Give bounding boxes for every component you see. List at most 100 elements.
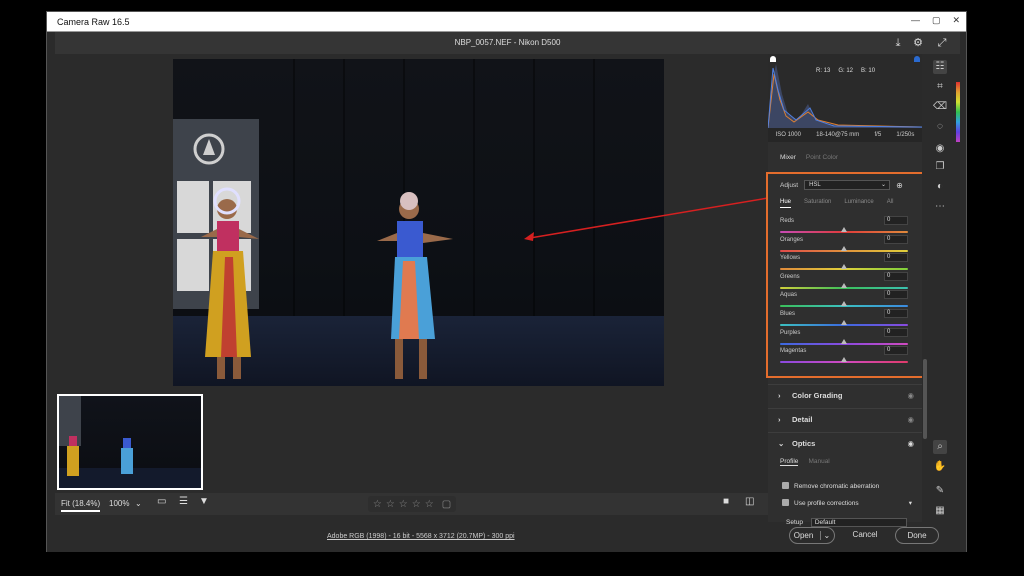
trash-icon[interactable]: ▢	[442, 499, 451, 510]
slider-value-input[interactable]: 0	[884, 346, 908, 356]
profile-corrections-checkbox[interactable]: Use profile corrections ▾	[782, 499, 912, 507]
slider-magentas[interactable]: Magentas 0	[780, 346, 908, 366]
fit-zoom-button[interactable]: Fit (18.4%)	[61, 499, 101, 512]
crop-icon[interactable]: ⌗	[933, 80, 947, 94]
done-button[interactable]: Done	[895, 527, 939, 544]
slider-value-input[interactable]: 0	[884, 234, 908, 244]
more-icon[interactable]: ⋯	[933, 200, 947, 214]
star-icon[interactable]: ☆	[399, 499, 408, 510]
slider-purples[interactable]: Purples 0	[780, 327, 908, 348]
before-after-icon[interactable]: ◫	[745, 496, 754, 507]
zoom-100-button[interactable]: 100%	[109, 499, 129, 508]
bottom-toolbar: Fit (18.4%) 100% ⌄ ▭ ☰ ▼ ☆ ☆ ☆ ☆ ☆ ▢ ■ ◫	[55, 493, 768, 515]
targeted-adjust-icon[interactable]: ⊕	[896, 181, 903, 190]
slider-greens[interactable]: Greens 0	[780, 271, 908, 292]
tab-hue[interactable]: Hue	[780, 199, 792, 208]
slider-value-input[interactable]: 0	[884, 253, 908, 263]
sort-icon[interactable]: ☰	[179, 496, 188, 507]
chevron-down-icon[interactable]: ⌄	[819, 531, 831, 540]
edit-sliders-icon[interactable]: ☷	[933, 60, 947, 74]
star-icon[interactable]: ☆	[425, 499, 434, 510]
maximize-button[interactable]: ▢	[932, 15, 941, 26]
grid-icon[interactable]: ▦	[933, 504, 947, 518]
highlight-clip-icon[interactable]	[914, 56, 920, 62]
tab-point-color[interactable]: Point Color	[806, 154, 838, 161]
cancel-button[interactable]: Cancel	[843, 527, 887, 544]
scrollbar-thumb[interactable]	[923, 359, 927, 439]
star-icon[interactable]: ☆	[386, 499, 395, 510]
slider-label: Blues	[780, 311, 796, 317]
slider-knob[interactable]	[841, 338, 847, 344]
chevron-down-icon[interactable]: ⌄	[135, 499, 142, 508]
minimize-button[interactable]: —	[911, 15, 920, 26]
slider-label: Reds	[780, 218, 795, 224]
adjust-select[interactable]: HSL ⌄	[804, 180, 891, 190]
checkbox-icon[interactable]	[782, 482, 789, 489]
tab-all[interactable]: All	[887, 199, 894, 208]
snapshots-icon[interactable]: ❐	[933, 160, 947, 174]
slider-knob[interactable]	[841, 282, 847, 288]
close-button[interactable]: ✕	[952, 15, 960, 26]
color-sampler-icon[interactable]: ✎	[933, 484, 947, 498]
presets-icon[interactable]: ◐	[933, 180, 947, 194]
slider-label: Oranges	[780, 236, 804, 243]
image-filter-icon[interactable]: ▭	[157, 496, 166, 507]
remove-ca-checkbox[interactable]: Remove chromatic aberration	[782, 482, 879, 490]
color-label-strip	[956, 82, 960, 142]
slider-reds[interactable]: Reds 0	[780, 216, 908, 236]
slider-knob[interactable]	[841, 301, 847, 307]
eraser-icon[interactable]: ⌫	[933, 100, 947, 114]
masking-icon[interactable]: ◌	[933, 120, 947, 134]
slider-blues[interactable]: Blues 0	[780, 309, 908, 329]
filter-icon[interactable]: ▼	[199, 496, 209, 507]
slider-value-input[interactable]: 0	[884, 309, 908, 318]
slider-knob[interactable]	[841, 320, 847, 325]
slider-knob[interactable]	[841, 245, 847, 251]
tab-profile[interactable]: Profile	[780, 458, 799, 466]
tab-saturation[interactable]: Saturation	[804, 199, 831, 208]
setup-value: Default	[814, 519, 836, 526]
b-value: B: 10	[861, 68, 876, 74]
slider-oranges[interactable]: Oranges 0	[780, 234, 908, 255]
slider-knob[interactable]	[841, 357, 847, 363]
workflow-options-link[interactable]: Adobe RGB (1998) - 16 bit - 5568 x 3712 …	[327, 533, 515, 540]
slider-yellows[interactable]: Yellows 0	[780, 253, 908, 273]
slider-aquas[interactable]: Aquas 0	[780, 290, 908, 310]
shutter-value: 1/250s	[896, 132, 915, 138]
tab-mixer[interactable]: Mixer	[780, 154, 796, 161]
star-icon[interactable]: ☆	[412, 499, 421, 510]
eye-icon[interactable]: ◉	[907, 385, 914, 407]
filmstrip-thumbnail[interactable]	[57, 394, 203, 490]
caret-down-icon[interactable]: ▾	[909, 499, 912, 507]
slider-knob[interactable]	[841, 227, 847, 232]
slider-value-input[interactable]: 0	[884, 290, 908, 300]
single-view-icon[interactable]: ■	[723, 496, 729, 507]
red-eye-icon[interactable]: ◉	[933, 142, 947, 156]
fullscreen-icon[interactable]: ⤢	[935, 36, 949, 50]
hand-icon[interactable]: ✋	[933, 460, 947, 474]
dancer-left	[201, 187, 259, 379]
slider-knob[interactable]	[841, 264, 847, 270]
save-icon[interactable]: ⤓	[891, 36, 905, 50]
gear-icon[interactable]: ⚙	[911, 36, 925, 50]
top-bar: NBP_0057.NEF - Nikon D500 ⤓ ⚙ ⤢	[55, 32, 960, 54]
optics-section[interactable]: ⌄ Optics ◉	[768, 432, 922, 456]
slider-value-input[interactable]: 0	[884, 216, 908, 225]
shadow-clip-icon[interactable]	[770, 56, 776, 62]
eye-icon[interactable]: ◉	[907, 409, 914, 431]
tab-manual[interactable]: Manual	[808, 458, 829, 466]
detail-section[interactable]: › Detail ◉	[768, 408, 922, 432]
slider-value-input[interactable]: 0	[884, 271, 908, 281]
star-icon[interactable]: ☆	[373, 499, 382, 510]
setup-select[interactable]: Default	[810, 518, 907, 527]
optics-tabs: Profile Manual	[780, 458, 830, 466]
rating-stars[interactable]: ☆ ☆ ☆ ☆ ☆ ▢	[368, 496, 456, 512]
eye-icon[interactable]: ◉	[907, 433, 914, 455]
color-grading-section[interactable]: › Color Grading ◉	[768, 384, 922, 408]
checkbox-icon[interactable]	[782, 499, 789, 506]
image-canvas[interactable]	[55, 54, 769, 392]
zoom-icon[interactable]: ⌕	[933, 440, 947, 454]
tab-luminance[interactable]: Luminance	[844, 199, 873, 208]
open-button[interactable]: Open ⌄	[789, 527, 835, 544]
slider-value-input[interactable]: 0	[884, 327, 908, 337]
